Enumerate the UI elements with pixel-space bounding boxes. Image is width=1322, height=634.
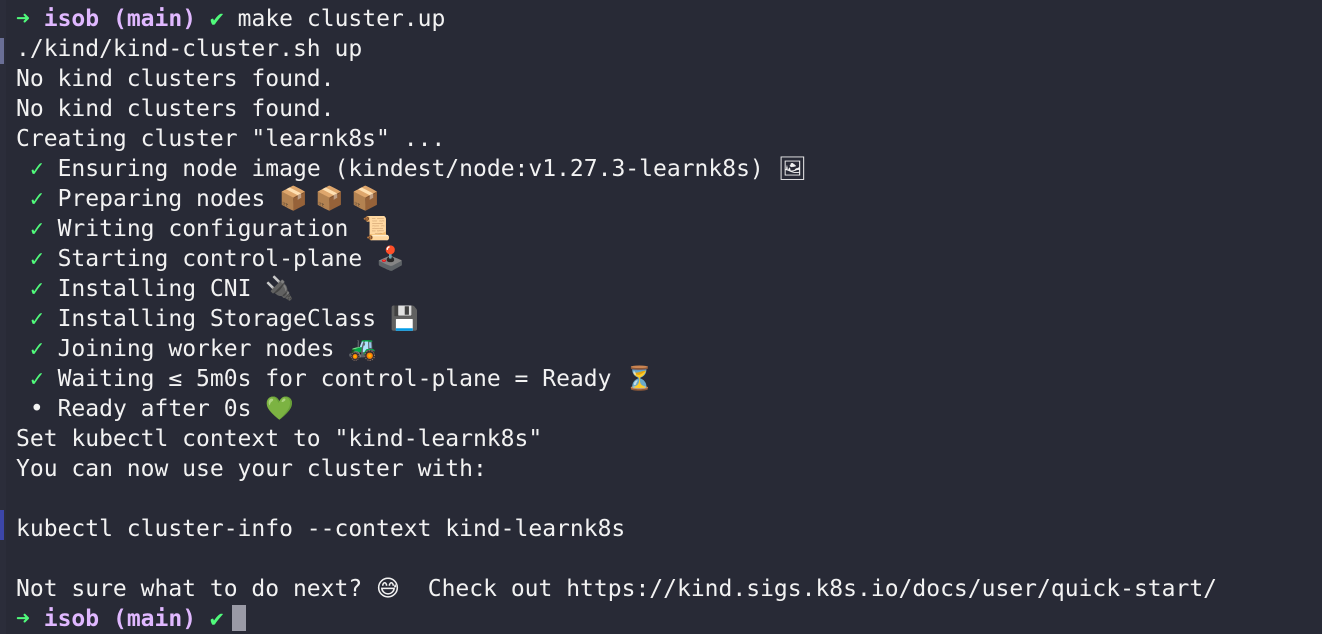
step-line: ✓ Installing CNI 🔌 (16, 274, 1322, 304)
step-text: Ready after 0s (57, 396, 252, 422)
output-line: No kind clusters found. (16, 96, 335, 122)
step-text: Joining worker nodes (57, 336, 335, 362)
plug-icon: 🔌 (265, 276, 294, 302)
output-line: ./kind/kind-cluster.sh up (16, 36, 363, 62)
checkmark-icon: ✓ (29, 216, 44, 242)
checkmark-icon: ✓ (29, 186, 44, 212)
output-line: Not sure what to do next? 😅 Check out ht… (16, 574, 1322, 604)
step-line: • Ready after 0s 💚 (16, 394, 1322, 424)
step-line: ✓ Installing StorageClass 💾 (16, 304, 1322, 334)
step-text: Installing CNI (57, 276, 252, 302)
prompt-arrow-icon: ➜ (16, 606, 30, 632)
checkmark-icon: ✓ (29, 246, 44, 272)
step-line: ✓ Joining worker nodes 🚜 (16, 334, 1322, 364)
quick-start-link[interactable]: Check out https://kind.sigs.k8s.io/docs/… (414, 576, 1217, 602)
scroll-icon: 📜 (362, 216, 391, 242)
checkmark-icon: ✓ (29, 156, 44, 182)
prompt-check-icon: ✔ (209, 606, 224, 632)
step-text: Starting control-plane (57, 246, 363, 272)
bullet-icon: • (29, 396, 44, 422)
output-line: Creating cluster "learnk8s" ... (16, 126, 446, 152)
prompt-branch: (main) (112, 606, 197, 632)
package-icon: 📦 📦 📦 (279, 186, 380, 212)
next-steps-text: Not sure what to do next? (16, 576, 363, 602)
checkmark-icon: ✓ (29, 276, 44, 302)
terminal-window[interactable]: ➜ isob (main) ✔ make cluster.up ./kind/k… (0, 0, 1322, 634)
output-line: You can now use your cluster with: (16, 456, 487, 482)
checkmark-icon: ✓ (29, 366, 44, 392)
step-line: ✓ Waiting ≤ 5m0s for control-plane = Rea… (16, 364, 1322, 394)
output-line: No kind clusters found. (16, 66, 335, 92)
prompt-branch: (main) (112, 6, 197, 32)
checkmark-icon: ✓ (29, 336, 44, 362)
step-line: ✓ Preparing nodes 📦 📦 📦 (16, 184, 1322, 214)
step-line: ✓ Ensuring node image (kindest/node:v1.2… (16, 154, 1322, 184)
prompt-arrow-icon: ➜ (16, 6, 30, 32)
step-text: Ensuring node image (kindest/node:v1.27.… (57, 156, 764, 182)
green-heart-icon: 💚 (265, 396, 294, 422)
output-line: kubectl cluster-info --context kind-lear… (16, 516, 626, 542)
prompt-user: isob (43, 6, 100, 32)
prompt-line[interactable]: ➜ isob (main) ✔ (16, 604, 1322, 634)
checkmark-icon: ✓ (29, 306, 44, 332)
joystick-icon: 🕹️ (376, 246, 405, 272)
text-cursor[interactable] (231, 605, 246, 631)
step-text: Writing configuration (57, 216, 349, 242)
step-text: Preparing nodes (57, 186, 266, 212)
step-line: ✓ Starting control-plane 🕹️ (16, 244, 1322, 274)
prompt-line: ➜ isob (main) ✔ make cluster.up (16, 4, 1322, 34)
step-text: Installing StorageClass (57, 306, 377, 332)
step-line: ✓ Writing configuration 📜 (16, 214, 1322, 244)
edge-marker (0, 38, 4, 64)
prompt-user: isob (43, 606, 100, 632)
command-text: make cluster.up (237, 6, 446, 32)
floppy-disk-icon: 💾 (389, 306, 419, 332)
step-text: Waiting ≤ 5m0s for control-plane = Ready (57, 366, 612, 392)
hourglass-icon: ⏳ (625, 366, 654, 392)
sweat-smile-icon: 😅 (376, 576, 401, 602)
tractor-icon: 🚜 (348, 336, 378, 362)
prompt-check-icon: ✔ (209, 6, 224, 32)
output-line: Set kubectl context to "kind-learnk8s" (16, 426, 543, 452)
edge-marker (0, 510, 4, 540)
framed-picture-icon: 🖼 (777, 156, 807, 182)
window-edge (0, 0, 6, 634)
